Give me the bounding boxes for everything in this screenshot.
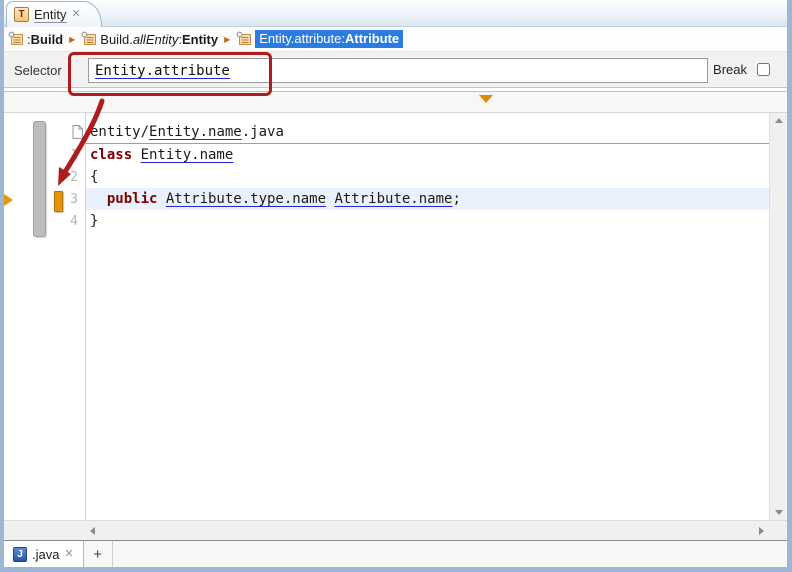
- code-area[interactable]: entity/Entity.name.java class Entity.nam…: [85, 113, 769, 520]
- code-link[interactable]: Attribute.type.name: [166, 191, 326, 207]
- breadcrumb-item-allentity[interactable]: Build.allEntity:Entity: [81, 31, 218, 47]
- breadcrumb-item-attribute[interactable]: Entity.attribute:Attribute: [236, 30, 403, 48]
- breadcrumb: :Build ▶ Build.allEntity:Entity ▶ Entity…: [4, 27, 787, 52]
- break-checkbox[interactable]: [757, 63, 770, 76]
- breadcrumb-item-build[interactable]: :Build: [8, 31, 63, 47]
- tab-entity[interactable]: T Entity ✕: [6, 1, 102, 27]
- tab-java-label: .java: [32, 547, 59, 562]
- code-link[interactable]: Entity.name: [149, 124, 242, 140]
- template-file-icon: T: [14, 7, 29, 22]
- tab-java[interactable]: J .java ✕: [4, 541, 84, 567]
- template-definition-icon: [236, 31, 252, 47]
- editor-window: T Entity ✕ :Build ▶ Buil: [0, 0, 792, 572]
- line-number: 2: [4, 167, 78, 189]
- break-label: Break: [713, 62, 747, 77]
- file-icon: [72, 125, 83, 139]
- editor-gutter: 1 2 3 4: [4, 113, 85, 520]
- sash-collapse-icon[interactable]: [479, 95, 493, 103]
- breadcrumb-selected-text: Entity.attribute:Attribute: [255, 30, 403, 48]
- code-text: .java: [242, 124, 284, 140]
- bottom-tab-bar: J .java ✕ +: [4, 540, 787, 567]
- tab-entity-label: Entity: [34, 7, 67, 23]
- line-number: 4: [4, 211, 78, 233]
- code-text: entity/: [90, 124, 149, 140]
- code-line-4[interactable]: }: [86, 210, 769, 232]
- breadcrumb-text: Build.allEntity:Entity: [100, 32, 218, 47]
- sash-strip[interactable]: [4, 92, 787, 112]
- line-marker-orange[interactable]: [54, 191, 63, 212]
- template-definition-icon: [81, 31, 97, 47]
- code-text: }: [90, 213, 98, 229]
- code-text: ;: [452, 191, 460, 207]
- template-definition-icon: [8, 31, 24, 47]
- close-icon[interactable]: ✕: [64, 549, 73, 560]
- scrollbar-spacer: [4, 521, 85, 540]
- horizontal-scroll-track[interactable]: [85, 521, 769, 540]
- scroll-left-icon[interactable]: [90, 527, 95, 535]
- close-icon[interactable]: ✕: [72, 9, 81, 20]
- vertical-scrollbar[interactable]: [769, 113, 787, 520]
- code-header-line[interactable]: entity/Entity.name.java: [86, 121, 769, 144]
- breadcrumb-text: :Build: [27, 32, 63, 47]
- horizontal-scrollbar[interactable]: [4, 520, 787, 540]
- code-line-2[interactable]: {: [86, 166, 769, 188]
- java-file-icon: J: [13, 547, 27, 562]
- scrollbar-corner: [769, 521, 787, 540]
- code-text: {: [90, 169, 98, 185]
- code-line-3-highlighted[interactable]: public Attribute.type.name Attribute.nam…: [86, 188, 769, 210]
- code-keyword: class: [90, 147, 141, 163]
- code-line-1[interactable]: class Entity.name: [86, 144, 769, 166]
- editor-tab-strip: T Entity ✕: [4, 0, 787, 27]
- line-numbers: 1 2 3 4: [4, 145, 78, 233]
- template-editor: 1 2 3 4 entity/Entity.name.java class En…: [4, 112, 787, 540]
- selector-label: Selector: [14, 63, 62, 78]
- selector-input[interactable]: [88, 58, 708, 83]
- code-link[interactable]: Attribute.name: [334, 191, 452, 207]
- chevron-right-icon: ▶: [69, 35, 75, 44]
- chevron-right-icon: ▶: [224, 35, 230, 44]
- edge-marker-icon: [4, 194, 13, 206]
- scroll-down-icon[interactable]: [775, 510, 783, 515]
- line-number: 1: [4, 145, 78, 167]
- code-keyword: public: [90, 191, 166, 207]
- line-number: 3: [4, 189, 78, 211]
- selector-bar: Selector Break: [4, 52, 787, 88]
- scroll-right-icon[interactable]: [759, 527, 764, 535]
- scroll-up-icon[interactable]: [775, 118, 783, 123]
- add-tab-button[interactable]: +: [84, 541, 113, 567]
- code-link[interactable]: Entity.name: [141, 147, 234, 163]
